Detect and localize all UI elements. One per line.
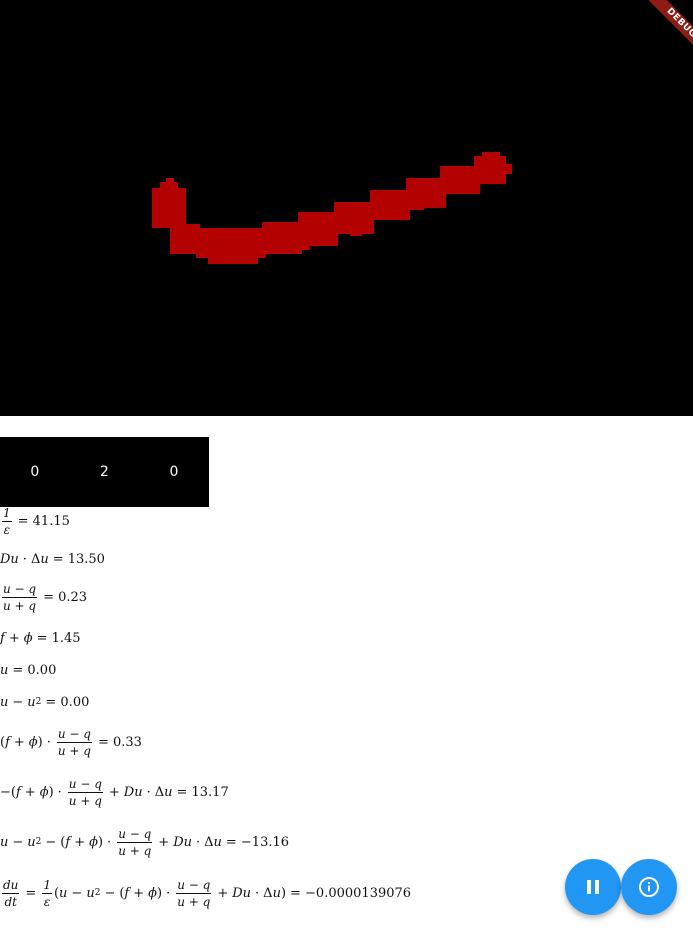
formula-full-rhs: u − u 2− (f + ϕ) · u − qu + q + Du · Δu = −13.16 (0, 827, 290, 858)
formula-f-plus-phi: f + ϕ = 1.45 (0, 631, 81, 646)
counter-cell: 0 (169, 464, 179, 480)
debug-banner: DEBUG (633, 0, 693, 60)
simulation-canvas: DEBUG (0, 0, 693, 416)
formula-value: = 1.45 (36, 631, 81, 646)
formula-value: = 13.50 (52, 552, 105, 567)
pause-icon (587, 880, 599, 894)
formula-value: = 0.23 (43, 590, 88, 605)
formula-inv-epsilon: 1ε = 41.15 (2, 506, 70, 537)
formula-value: = −13.16 (225, 835, 290, 850)
pause-button[interactable] (565, 859, 621, 915)
formula-value: = 41.15 (17, 514, 70, 529)
formula-neg-product-plus-diffusion: −(f + ϕ) · u − qu + q + Du · Δu = 13.17 (0, 777, 229, 808)
formula-value: = 0.00 (12, 663, 57, 678)
reaction-diffusion-pattern (152, 152, 512, 264)
formula-ratio: u − qu + q = 0.23 (2, 582, 88, 613)
pattern-blob (152, 152, 512, 264)
counter-row: 0 2 0 (0, 437, 209, 507)
formula-product: (f + ϕ) · u − qu + q = 0.33 (0, 727, 142, 758)
counter-cell: 2 (99, 464, 109, 480)
formula-value: = 0.33 (97, 735, 142, 750)
info-icon (639, 877, 659, 897)
formula-value: = 0.00 (45, 695, 90, 710)
formula-u: u = 0.00 (0, 663, 57, 678)
info-button[interactable] (621, 859, 677, 915)
formula-value: = 13.17 (176, 785, 229, 800)
formula-dudt: du dt = 1ε (u − u 2− (f + ϕ) · u − qu + q + Du · Δ… (2, 878, 412, 909)
debug-label: DEBUG (642, 0, 693, 60)
formula-diffusion: Du · Δu = 13.50 (0, 552, 105, 567)
formula-value: = −0.0000139076 (290, 886, 412, 901)
counter-cell: 0 (30, 464, 40, 480)
formula-u-minus-u2: u − u 2 = 0.00 (0, 695, 90, 710)
